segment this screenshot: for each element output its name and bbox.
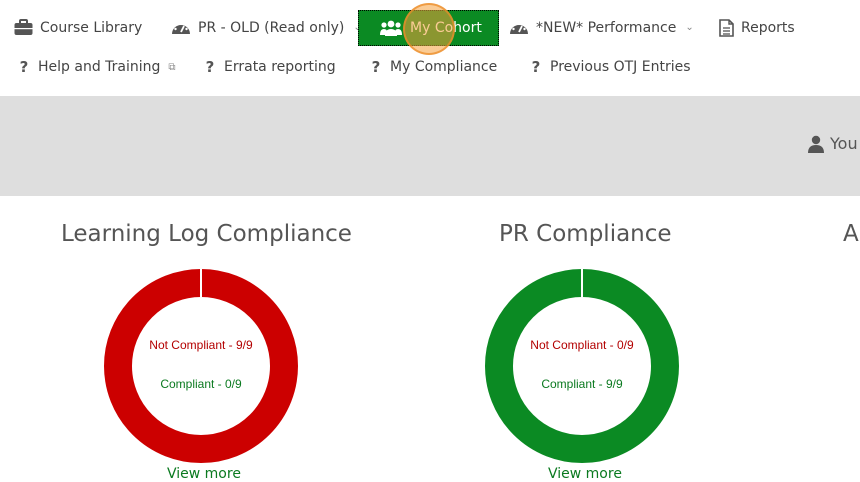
nav-previous-otj-entries[interactable]: ? Previous OTJ Entries	[529, 58, 691, 76]
pr-not-compliant-label: Not Compliant - 0/9	[530, 338, 634, 352]
pr-compliant-label: Compliant - 9/9	[541, 377, 623, 391]
document-icon	[719, 19, 734, 37]
question-icon: ?	[531, 58, 541, 76]
nav-my-cohort[interactable]: My Cohort	[358, 10, 499, 46]
learning-log-not-compliant-label: Not Compliant - 9/9	[149, 338, 253, 352]
nav-my-compliance[interactable]: ? My Compliance	[369, 58, 498, 76]
nav-errata-reporting-label: Errata reporting	[224, 59, 336, 75]
nav-course-library[interactable]: Course Library	[14, 19, 142, 36]
question-icon: ?	[19, 58, 29, 76]
pr-compliance-donut	[485, 269, 679, 463]
third-card-title: A	[843, 221, 859, 247]
user-icon	[808, 135, 824, 153]
nav-errata-reporting[interactable]: ? Errata reporting	[203, 58, 336, 76]
nav-reports-label: Reports	[741, 20, 795, 36]
nav-pr-old[interactable]: PR - OLD (Read only) ⌄	[171, 19, 362, 36]
question-icon: ?	[371, 58, 381, 76]
briefcase-icon	[14, 19, 33, 35]
nav-course-library-label: Course Library	[40, 19, 143, 36]
question-icon: ?	[205, 58, 215, 76]
nav-reports[interactable]: Reports	[719, 19, 795, 37]
dashboard-icon	[510, 21, 528, 34]
learning-log-compliance-title: Learning Log Compliance	[61, 221, 352, 247]
user-name: You	[830, 134, 858, 153]
header-band	[0, 96, 860, 196]
donut-ring-segment	[104, 269, 298, 463]
pr-compliance-title: PR Compliance	[499, 221, 672, 247]
dashboard-icon	[172, 21, 190, 34]
learning-log-compliant-label: Compliant - 0/9	[160, 377, 242, 391]
nav-new-performance-label: *NEW* Performance	[536, 19, 677, 36]
user-menu[interactable]: You	[808, 134, 858, 153]
external-link-icon: ⧉	[168, 61, 176, 73]
nav-my-cohort-label: My Cohort	[410, 20, 482, 36]
nav-previous-otj-entries-label: Previous OTJ Entries	[550, 59, 691, 75]
nav-pr-old-label: PR - OLD (Read only)	[198, 19, 345, 36]
users-icon	[380, 20, 402, 36]
nav-help-and-training[interactable]: ? Help and Training ⧉	[17, 58, 176, 76]
nav-my-compliance-label: My Compliance	[390, 59, 498, 75]
donut-ring-segment	[485, 269, 679, 463]
nav-help-and-training-label: Help and Training	[38, 59, 161, 75]
top-navigation: Course Library PR - OLD (Read only) ⌄ My…	[0, 0, 860, 96]
chevron-down-icon: ⌄	[685, 22, 694, 33]
nav-new-performance[interactable]: *NEW* Performance ⌄	[509, 19, 694, 36]
learning-log-compliance-donut	[104, 269, 298, 463]
